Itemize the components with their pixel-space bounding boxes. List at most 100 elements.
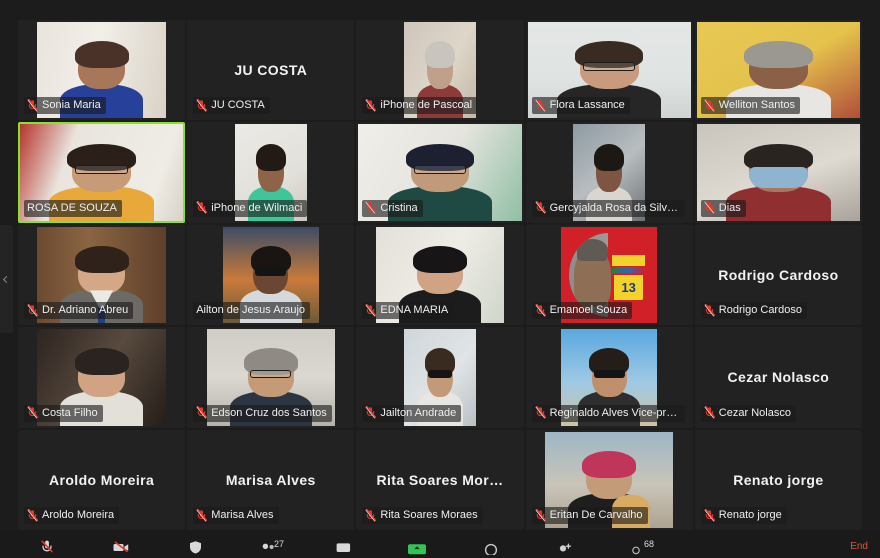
participant-tile[interactable]: iPhone de Wilmaci bbox=[187, 122, 355, 223]
mute-icon bbox=[704, 406, 715, 419]
mute-icon bbox=[196, 98, 208, 112]
participant-tile[interactable]: Gercyjalda Rosa da Silva e … bbox=[525, 122, 693, 223]
participant-display-name: Cezar Nolasco bbox=[727, 369, 830, 386]
participant-name-label: Ailton de Jesus Araujo bbox=[196, 304, 306, 317]
participant-name-badge: Cristina bbox=[362, 199, 423, 217]
participant-tile[interactable]: Marisa Alves Marisa Alves bbox=[187, 429, 355, 530]
microphone-muted-icon bbox=[39, 539, 55, 555]
participant-name-label: Marisa Alves bbox=[211, 509, 274, 521]
toolbar-chat-button[interactable] bbox=[306, 530, 380, 558]
mute-icon bbox=[535, 201, 546, 214]
toolbar-participants-button[interactable]: 27 bbox=[232, 530, 306, 558]
participant-tile[interactable]: Eritan De Carvalho bbox=[525, 429, 693, 530]
gallery-grid: Sonia Maria JU COSTA JU COSTA iPhone de Pas… bbox=[0, 20, 880, 530]
mute-icon bbox=[366, 98, 377, 112]
toolbar-invite-button[interactable] bbox=[528, 530, 602, 558]
mute-icon bbox=[27, 98, 38, 112]
participant-display-name: Rita Soares Mor… bbox=[376, 471, 504, 488]
participant-name-label: Rodrigo Cardoso bbox=[718, 304, 802, 317]
mute-icon bbox=[196, 201, 208, 214]
participant-display-name: Renato jorge bbox=[733, 471, 824, 488]
participant-name-label: Dias bbox=[718, 201, 741, 214]
participant-tile[interactable]: 13 Emanoel Souza bbox=[525, 224, 693, 326]
participant-name-label: Eritan De Carvalho bbox=[549, 509, 643, 521]
meeting-toolbar: 27 68 End bbox=[0, 530, 880, 558]
participant-tile[interactable]: Cristina bbox=[356, 122, 524, 223]
mute-icon bbox=[366, 201, 377, 214]
participant-name-badge: ROSA DE SOUZA bbox=[24, 199, 122, 217]
participant-name-badge: Rita Soares Moraes bbox=[362, 507, 483, 524]
participant-name-badge: Marisa Alves bbox=[193, 507, 279, 524]
participant-tile[interactable]: Dias bbox=[694, 122, 862, 223]
mute-icon bbox=[535, 406, 546, 419]
participant-name-label: ROSA DE SOUZA bbox=[27, 201, 117, 214]
mute-icon bbox=[27, 303, 38, 317]
participant-tile[interactable]: Cezar Nolasco Cezar Nolasco bbox=[694, 327, 862, 428]
record-circle-icon bbox=[482, 539, 500, 555]
mute-icon bbox=[704, 303, 715, 317]
toolbar-share-screen-button[interactable] bbox=[380, 530, 454, 558]
toolbar-video-button[interactable] bbox=[84, 530, 158, 558]
mute-icon bbox=[366, 508, 377, 521]
shield-icon bbox=[188, 539, 203, 555]
participant-name-label: Renato jorge bbox=[718, 509, 782, 521]
participant-name-badge: Jailton Andrade bbox=[362, 404, 462, 422]
participant-tile[interactable]: Reginaldo Alves Vice-pres … bbox=[525, 327, 693, 428]
participant-name-label: Reginaldo Alves Vice-pres … bbox=[549, 406, 680, 419]
gallery-prev-page-button[interactable] bbox=[0, 225, 13, 333]
mute-icon bbox=[535, 508, 546, 521]
participant-tile[interactable]: Flora Lassance bbox=[525, 20, 693, 121]
participant-tile[interactable]: Jailton Andrade bbox=[356, 327, 524, 428]
mute-icon bbox=[196, 406, 208, 419]
participant-name-badge: Ailton de Jesus Araujo bbox=[193, 302, 311, 320]
participant-tile[interactable]: iPhone de Pascoal bbox=[356, 20, 524, 121]
reactions-count: 68 bbox=[644, 539, 655, 549]
share-screen-icon bbox=[406, 539, 428, 555]
toolbar-mute-button[interactable] bbox=[10, 530, 84, 558]
participant-tile[interactable]: Costa Filho bbox=[18, 327, 186, 428]
participant-name-badge: EDNA MARIA bbox=[362, 302, 454, 320]
participant-tile[interactable]: Sonia Maria bbox=[18, 20, 186, 121]
toolbar-left-group: 27 68 bbox=[10, 530, 676, 558]
toolbar-record-button[interactable] bbox=[454, 530, 528, 558]
participant-tile[interactable]: Welliton Santos bbox=[694, 20, 862, 121]
chevron-left-icon bbox=[2, 275, 11, 283]
participant-tile[interactable]: Aroldo Moreira Aroldo Moreira bbox=[18, 429, 186, 530]
participant-tile[interactable]: Rita Soares Mor… Rita Soares Moraes bbox=[356, 429, 524, 530]
participant-name-label: iPhone de Wilmaci bbox=[211, 201, 303, 214]
participant-tile[interactable]: EDNA MARIA bbox=[356, 224, 524, 326]
participant-tile[interactable]: Dr. Adriano Abreu bbox=[18, 224, 186, 326]
participant-name-badge: Eritan De Carvalho bbox=[531, 507, 648, 524]
toolbar-security-button[interactable] bbox=[158, 530, 232, 558]
participant-name-label: iPhone de Pascoal bbox=[380, 99, 473, 112]
participant-name-badge: Flora Lassance bbox=[531, 97, 630, 115]
participant-name-badge: Emanoel Souza bbox=[531, 302, 633, 320]
participant-name-label: Edson Cruz dos Santos bbox=[211, 406, 327, 419]
mute-icon bbox=[27, 508, 38, 521]
participant-display-name: Marisa Alves bbox=[225, 471, 316, 488]
participant-name-badge: Dr. Adriano Abreu bbox=[24, 302, 134, 320]
participant-name-badge: Gercyjalda Rosa da Silva e … bbox=[531, 199, 685, 217]
toolbar-reactions-button[interactable]: 68 bbox=[602, 530, 676, 558]
participant-name-badge: Rodrigo Cardoso bbox=[700, 302, 807, 320]
participant-tile[interactable]: ROSA DE SOUZA bbox=[18, 122, 186, 223]
participant-tile[interactable]: Rodrigo Cardoso Rodrigo Cardoso bbox=[694, 224, 862, 326]
participant-tile[interactable]: Renato jorge Renato jorge bbox=[694, 429, 862, 530]
participant-name-label: JU COSTA bbox=[211, 99, 265, 112]
participant-name-badge: Reginaldo Alves Vice-pres … bbox=[531, 404, 685, 422]
participant-name-badge: Renato jorge bbox=[700, 507, 787, 524]
participant-name-label: Dr. Adriano Abreu bbox=[42, 304, 129, 317]
participant-name-label: EDNA MARIA bbox=[380, 304, 449, 317]
participant-tile[interactable]: JU COSTA JU COSTA bbox=[187, 20, 355, 121]
participant-name-badge: iPhone de Pascoal bbox=[362, 97, 478, 115]
participant-name-label: Cezar Nolasco bbox=[718, 406, 791, 419]
participant-name-label: Aroldo Moreira bbox=[42, 509, 115, 521]
end-meeting-button[interactable]: End bbox=[850, 530, 870, 552]
mute-icon bbox=[27, 406, 38, 419]
invite-person-icon bbox=[555, 539, 575, 555]
chat-bubble-icon bbox=[335, 539, 352, 555]
mute-icon bbox=[535, 98, 546, 112]
participant-tile[interactable]: Edson Cruz dos Santos bbox=[187, 327, 355, 428]
video-camera-off-icon bbox=[112, 539, 130, 555]
participant-tile[interactable]: Ailton de Jesus Araujo bbox=[187, 224, 355, 326]
